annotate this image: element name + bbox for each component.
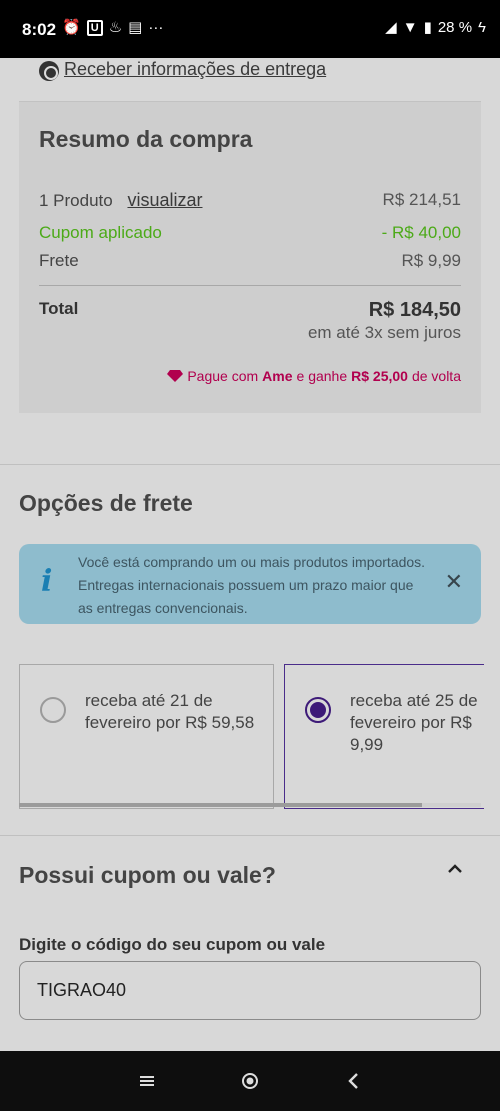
total-label: Total: [39, 299, 79, 318]
back-icon[interactable]: [342, 1069, 366, 1093]
flame-icon: ♨: [108, 19, 123, 36]
recent-apps-icon[interactable]: [135, 1069, 159, 1093]
purchase-summary-card: Receber informações de entrega Resumo da…: [19, 58, 481, 413]
battery-icon: ▮: [423, 19, 432, 36]
delivery-info-row[interactable]: Receber informações de entrega: [19, 58, 481, 102]
product-value: R$ 214,51: [382, 190, 461, 209]
shipping-option-text: receba até 25 de fevereiro por R$ 9,99: [350, 691, 478, 754]
shipping-options-title: Opções de frete: [19, 490, 193, 516]
total-row: Total R$ 184,50: [39, 299, 461, 322]
more-dots-icon: ···: [148, 19, 164, 36]
shipping-option-card[interactable]: receba até 21 de fevereiro por R$ 59,58: [19, 664, 274, 809]
ame-middle: e ganhe: [296, 368, 348, 384]
coupon-input[interactable]: TIGRAO40: [19, 961, 481, 1020]
status-bar: 8:02 ⏰ U ♨ ▤ ··· ◢ ▼ ▮ 28 % ϟ: [0, 0, 500, 58]
view-products-link[interactable]: visualizar: [127, 190, 202, 210]
radio-button[interactable]: [40, 697, 66, 723]
coupon-value: - R$ 40,00: [381, 223, 461, 242]
close-icon[interactable]: ✕: [445, 569, 463, 595]
coupon-section-title[interactable]: Possui cupom ou vale?: [19, 862, 276, 889]
signal-icon: ◢: [385, 19, 397, 36]
ame-suffix: de volta: [411, 368, 461, 384]
whatsapp-icon: [39, 61, 59, 81]
status-notification-icons: ⏰ U ♨ ▤ ···: [62, 19, 163, 37]
shipping-value: R$ 9,99: [401, 251, 461, 270]
navigation-bar: [0, 1051, 500, 1111]
delivery-info-link[interactable]: Receber informações de entrega: [64, 59, 326, 80]
coupon-row: Cupom aplicado - R$ 40,00: [39, 223, 461, 243]
ame-brand: Ame: [262, 368, 293, 384]
coupon-label: Cupom aplicado: [39, 223, 162, 242]
installments-text: em até 3x sem juros: [307, 323, 461, 342]
info-icon: i: [41, 564, 53, 599]
status-time: 8:02: [22, 20, 57, 39]
ame-prefix: Pague com: [187, 368, 259, 384]
charging-icon: ϟ: [478, 18, 486, 36]
ame-amount: R$ 25,00: [351, 368, 408, 384]
shipping-option-text: receba até 21 de fevereiro por R$ 59,58: [85, 691, 255, 732]
info-text: Você está comprando um ou mais produtos …: [78, 554, 426, 616]
section-divider: [0, 464, 500, 465]
home-icon[interactable]: [238, 1069, 262, 1093]
radio-button-checked[interactable]: [305, 697, 331, 723]
ame-cashback-banner: Pague com Ame e ganhe R$ 25,00 de volta: [167, 368, 461, 384]
wifi-icon: ▼: [402, 18, 418, 36]
alarm-icon: ⏰: [62, 19, 81, 36]
coupon-field-label: Digite o código do seu cupom ou vale: [19, 935, 326, 954]
summary-divider: [39, 285, 461, 286]
international-info-box: i Você está comprando um ou mais produto…: [19, 544, 481, 624]
battery-percent: 28 %: [437, 18, 473, 36]
chevron-up-icon[interactable]: [447, 862, 463, 876]
shipping-label: Frete: [39, 251, 79, 270]
ame-gem-icon: [167, 370, 184, 382]
product-row: 1 Produto visualizar R$ 214,51: [39, 190, 461, 211]
news-icon: ▤: [128, 19, 143, 36]
status-system-icons: ◢ ▼ ▮ 28 % ϟ: [385, 18, 486, 37]
app-u-icon: U: [86, 20, 103, 36]
summary-title: Resumo da compra: [39, 126, 253, 152]
shipping-row: Frete R$ 9,99: [39, 251, 461, 271]
product-label: 1 Produto: [39, 191, 113, 210]
section-divider: [0, 835, 500, 836]
shipping-option-card-selected[interactable]: receba até 25 de fevereiro por R$ 9,99: [284, 664, 484, 809]
options-scroll-thumb[interactable]: [19, 803, 422, 807]
total-value: R$ 184,50: [368, 299, 461, 321]
